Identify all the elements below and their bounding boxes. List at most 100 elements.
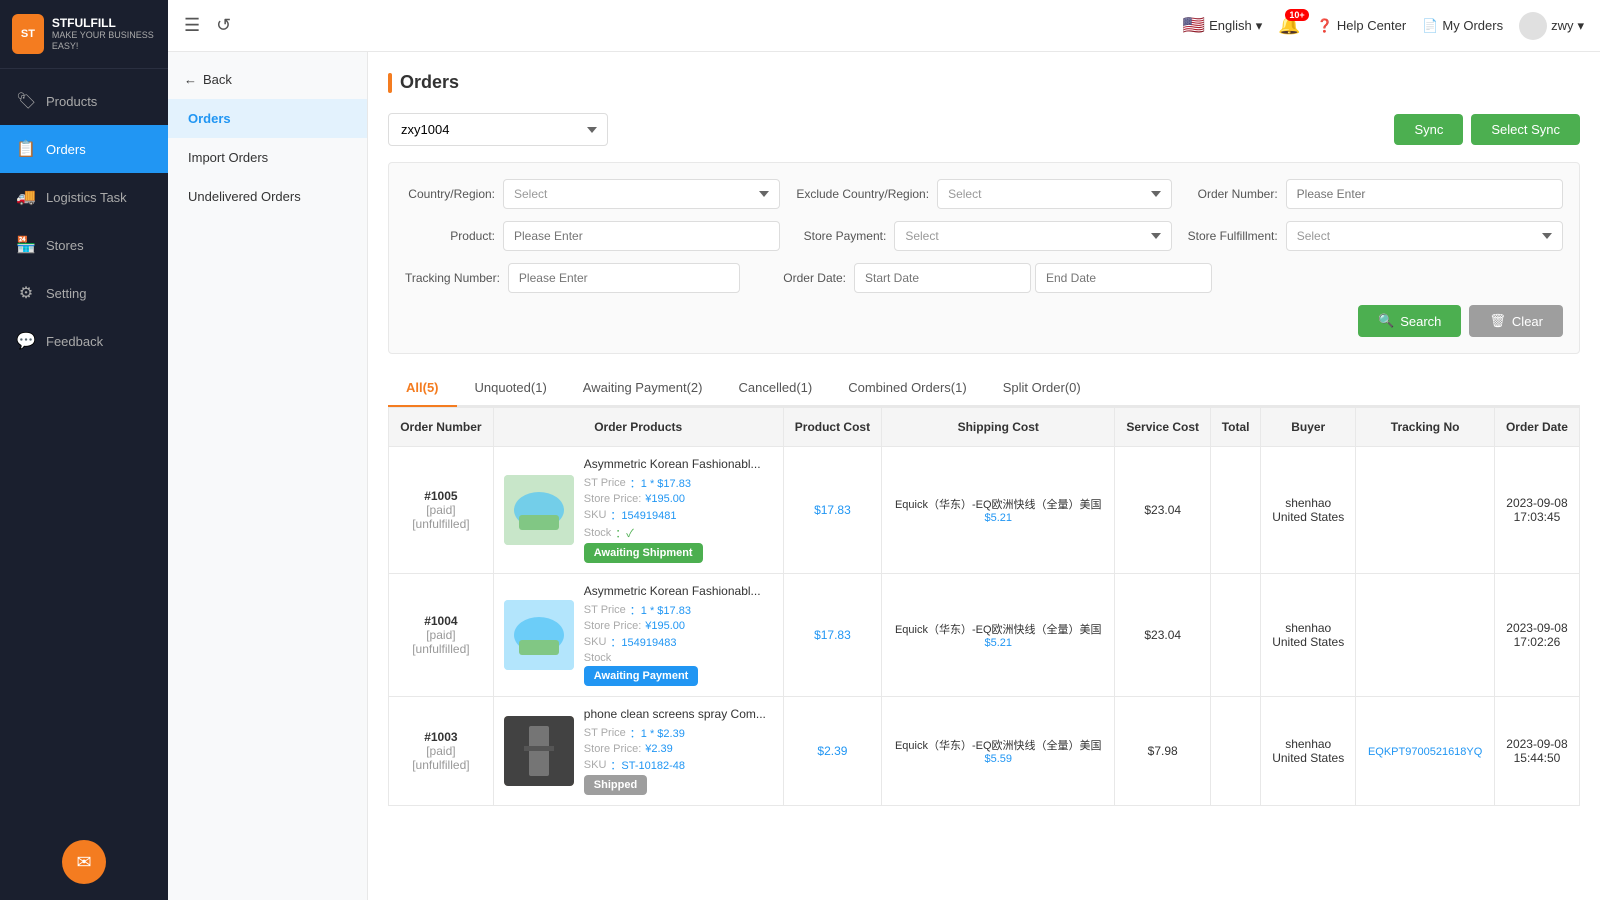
tab-all[interactable]: All(5) <box>388 370 457 407</box>
tab-combined[interactable]: Combined Orders(1) <box>830 370 985 407</box>
cell-order-products: Asymmetric Korean Fashionabl... ST Price… <box>493 574 783 697</box>
tab-awaiting-payment[interactable]: Awaiting Payment(2) <box>565 370 721 407</box>
order-number-input[interactable] <box>1286 179 1563 209</box>
back-button[interactable]: ← Back <box>168 60 367 99</box>
product-image <box>504 600 574 670</box>
sync-button[interactable]: Sync <box>1394 114 1463 145</box>
cell-tracking-no <box>1356 447 1495 574</box>
cell-total <box>1211 697 1261 806</box>
tracking-input[interactable] <box>508 263 740 293</box>
start-date-input[interactable] <box>854 263 1031 293</box>
cell-tracking-no: EQKPT9700521618YQ <box>1356 697 1495 806</box>
page-content: Orders zxy1004 Sync Select Sync Country/… <box>368 52 1600 900</box>
sidebar-item-orders[interactable]: 📋 Orders <box>0 125 168 173</box>
logistics-icon: 🚚 <box>16 187 36 207</box>
cell-shipping-cost: Equick（华东）-EQ欧洲快线（全量）美国 $5.59 <box>882 697 1115 806</box>
content-area: ← Back Orders Import Orders Undelivered … <box>168 52 1600 900</box>
sidebar-item-products[interactable]: 🏷 Products <box>0 77 168 125</box>
language-selector[interactable]: 🇺🇸 English ▾ <box>1183 15 1263 36</box>
menu-icon[interactable]: ☰ <box>184 15 200 36</box>
stores-icon: 🏪 <box>16 235 36 255</box>
tracking-link[interactable]: EQKPT9700521618YQ <box>1368 746 1482 758</box>
country-label: Country/Region: <box>405 187 495 201</box>
setting-icon: ⚙ <box>16 283 36 303</box>
tabs-row: All(5) Unquoted(1) Awaiting Payment(2) C… <box>388 370 1580 407</box>
status-badge: Awaiting Shipment <box>584 543 703 563</box>
logo: ST STFULFILL MAKE YOUR BUSINESS EASY! <box>0 0 168 69</box>
products-icon: 🏷 <box>16 91 36 111</box>
sidebar: ST STFULFILL MAKE YOUR BUSINESS EASY! 🏷 … <box>0 0 168 900</box>
tab-cancelled[interactable]: Cancelled(1) <box>721 370 831 407</box>
clear-button[interactable]: 🗑 Clear <box>1469 305 1563 337</box>
col-shipping-cost: Shipping Cost <box>882 408 1115 447</box>
sidebar-item-stores-label: Stores <box>46 238 84 253</box>
filter-section: Country/Region: Select Exclude Country/R… <box>388 162 1580 354</box>
product-image <box>504 475 574 545</box>
table-row: #1003 [paid] [unfulfilled] phone clean s… <box>389 697 1580 806</box>
cell-order-date: 2023-09-08 15:44:50 <box>1494 697 1579 806</box>
cell-product-cost: $2.39 <box>783 697 882 806</box>
sidebar-item-feedback[interactable]: 💬 Feedback <box>0 317 168 365</box>
page-title-row: Orders <box>388 72 1580 93</box>
cell-order-number: #1003 [paid] [unfulfilled] <box>389 697 494 806</box>
sidebar-item-stores[interactable]: 🏪 Stores <box>0 221 168 269</box>
tracking-label: Tracking Number: <box>405 271 500 285</box>
cell-order-number: #1005 [paid] [unfulfilled] <box>389 447 494 574</box>
cell-order-number: #1004 [paid] [unfulfilled] <box>389 574 494 697</box>
col-order-products: Order Products <box>493 408 783 447</box>
sidebar-item-logistics[interactable]: 🚚 Logistics Task <box>0 173 168 221</box>
help-icon: ❓ <box>1317 18 1333 34</box>
notification-button[interactable]: 🔔 10+ <box>1278 15 1300 36</box>
date-range <box>854 263 1212 293</box>
title-accent-bar <box>388 73 392 93</box>
cell-order-date: 2023-09-08 17:02:26 <box>1494 574 1579 697</box>
sub-nav-orders[interactable]: Orders <box>168 99 367 138</box>
cell-buyer: shenhao United States <box>1261 697 1356 806</box>
end-date-input[interactable] <box>1035 263 1212 293</box>
exclude-country-label: Exclude Country/Region: <box>796 187 929 201</box>
orders-table: Order Number Order Products Product Cost… <box>388 407 1580 806</box>
cell-shipping-cost: Equick（华东）-EQ欧洲快线（全量）美国 $5.21 <box>882 447 1115 574</box>
order-date-field: Order Date: <box>756 263 1212 293</box>
user-menu[interactable]: zwy ▾ <box>1519 12 1584 40</box>
product-input[interactable] <box>503 221 780 251</box>
store-payment-field: Store Payment: Select <box>796 221 1171 251</box>
cell-total <box>1211 447 1261 574</box>
status-badge: Shipped <box>584 775 647 795</box>
country-field: Country/Region: Select <box>405 179 780 209</box>
filter-actions: 🔍 Search 🗑 Clear <box>405 305 1563 337</box>
chat-button[interactable]: ✉ <box>62 840 106 884</box>
refresh-icon[interactable]: ↺ <box>216 15 231 36</box>
topbar-left: ☰ ↺ <box>184 15 1171 36</box>
product-image <box>504 716 574 786</box>
help-center-button[interactable]: ❓ Help Center <box>1317 18 1407 34</box>
store-fulfillment-select[interactable]: Select <box>1286 221 1563 251</box>
col-total: Total <box>1211 408 1261 447</box>
store-payment-select[interactable]: Select <box>894 221 1171 251</box>
clear-icon: 🗑 <box>1489 313 1506 329</box>
cell-order-products: phone clean screens spray Com... ST Pric… <box>493 697 783 806</box>
sub-nav-import-orders[interactable]: Import Orders <box>168 138 367 177</box>
search-button[interactable]: 🔍 Search <box>1358 305 1461 337</box>
sidebar-item-logistics-label: Logistics Task <box>46 190 127 205</box>
country-select[interactable]: Select <box>503 179 780 209</box>
tracking-field: Tracking Number: <box>405 263 740 293</box>
store-select[interactable]: zxy1004 <box>388 113 608 146</box>
tab-unquoted[interactable]: Unquoted(1) <box>457 370 565 407</box>
sub-nav-undelivered[interactable]: Undelivered Orders <box>168 177 367 216</box>
topbar-right: 🇺🇸 English ▾ 🔔 10+ ❓ Help Center 📄 My Or… <box>1183 12 1584 40</box>
table-row: #1004 [paid] [unfulfilled] Asymmetric Ko… <box>389 574 1580 697</box>
sidebar-item-setting[interactable]: ⚙ Setting <box>0 269 168 317</box>
logo-icon: ST <box>12 14 44 54</box>
my-orders-button[interactable]: 📄 My Orders <box>1422 18 1503 34</box>
exclude-country-select[interactable]: Select <box>937 179 1172 209</box>
back-label: Back <box>203 72 232 87</box>
select-sync-button[interactable]: Select Sync <box>1471 114 1580 145</box>
tab-split[interactable]: Split Order(0) <box>985 370 1099 407</box>
main-area: ☰ ↺ 🇺🇸 English ▾ 🔔 10+ ❓ Help Center 📄 M… <box>168 0 1600 900</box>
store-fulfillment-field: Store Fulfillment: Select <box>1188 221 1563 251</box>
col-buyer: Buyer <box>1261 408 1356 447</box>
cell-product-cost: $17.83 <box>783 574 882 697</box>
orders-icon: 📋 <box>16 139 36 159</box>
sync-buttons: Sync Select Sync <box>1394 114 1580 145</box>
